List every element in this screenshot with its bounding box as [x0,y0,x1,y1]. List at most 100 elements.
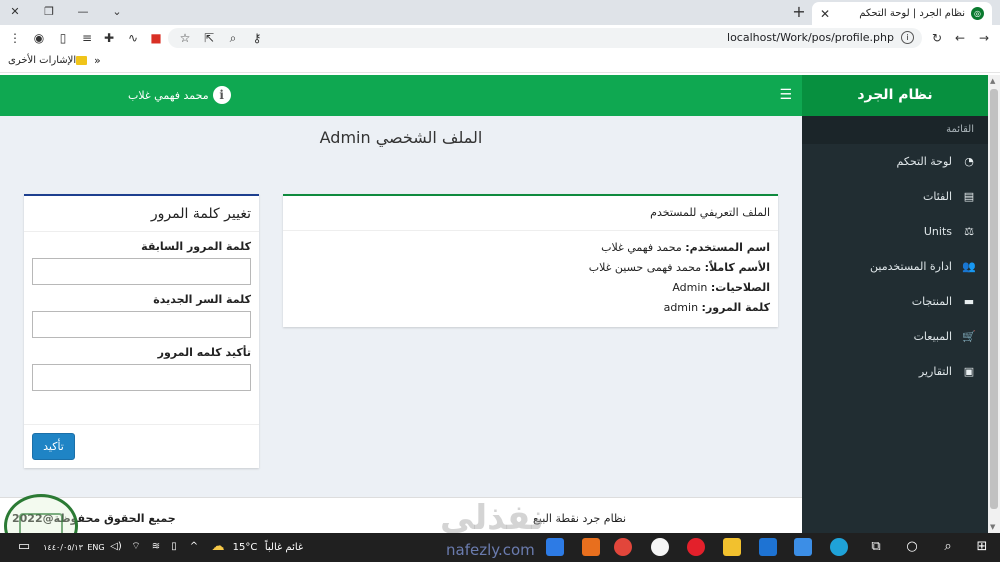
lock-extension-icon[interactable]: ■ [147,29,165,47]
change-password-heading: تغيير كلمة المرور [24,196,259,232]
report-icon: ▣ [963,365,975,378]
page-scrollbar[interactable]: ▲ ▼ [988,75,1000,533]
sidebar-item-label: ادارة المستخدمين [870,260,952,273]
new-password-input[interactable] [32,311,251,338]
reading-list-icon[interactable]: ≡ [78,29,96,47]
new-password-label: كلمة السر الجديدة [153,293,251,306]
minimize-window-icon[interactable]: — [68,0,98,25]
profile-row-fullname: الأسم كاملاً: محمد فهمى حسين غلاب [291,258,770,278]
site-favicon-icon: ◎ [971,7,984,20]
edge-app-icon[interactable] [830,538,848,556]
menu-dots-icon[interactable]: ⋮ [6,29,24,47]
store-app-icon[interactable] [794,538,812,556]
task-view-icon[interactable]: ⧉ [866,537,886,557]
confirm-password-input[interactable] [32,364,251,391]
share-icon[interactable]: ⇱ [200,29,218,47]
taskbar-lang[interactable]: ENG [86,533,106,562]
sidebar-item-units[interactable]: ⚖ Units [802,214,988,249]
forward-arrow-icon[interactable]: → [975,29,993,47]
file-explorer-icon[interactable] [723,538,741,556]
sidebar-item-label: التقارير [918,365,952,378]
sidebar-item-users[interactable]: 👥 ادارة المستخدمين [802,249,988,284]
profile-avatar-icon[interactable]: ◉ [30,29,48,47]
tray-up-icon[interactable]: ^ [184,537,204,557]
opera-app-icon[interactable] [687,538,705,556]
tab-search-icon[interactable]: ⌄ [102,0,132,25]
bookmarks-more-button[interactable]: » [94,54,101,67]
back-arrow-icon[interactable]: ← [951,29,969,47]
taskbar-temperature[interactable]: 15°C [230,533,260,562]
weather-cloud-icon: ☁ [211,539,225,554]
taskbar-weather[interactable]: غائم غالباً [262,533,306,562]
bookmarks-bar: الإشارات الأخرى » [0,51,1000,73]
restore-window-icon[interactable]: ❐ [34,0,64,25]
scroll-up-icon[interactable]: ▲ [990,77,995,85]
tab-title: نظام الجرد | لوحة التحكم [859,8,965,19]
site-info-icon[interactable]: i [901,31,914,44]
dashboard-icon: ◔ [964,155,974,168]
wifi-icon[interactable]: ≋ [146,537,166,557]
confirm-button[interactable]: تأكيد [32,433,75,460]
tab-close-icon[interactable]: ✕ [820,7,830,21]
close-window-icon[interactable]: ✕ [0,0,30,25]
watermark-text: نفذلي [440,498,545,538]
users-icon: 👥 [962,260,976,273]
box-icon: ▬ [963,295,975,308]
taskbar-date[interactable]: ١٤٤٠/٠٥/١٣ [40,533,86,562]
reload-icon[interactable]: ↻ [928,29,946,47]
user-menu[interactable]: i محمد فهمي غلاب [128,86,231,104]
profile-box-heading: الملف التعريفي للمستخدم [283,196,778,231]
confirm-password-group: تأكيد كلمه المرور [24,344,259,391]
footer-system-name: نظام جرد نقطة البيع [533,512,626,525]
search-icon[interactable]: ⌕ [938,537,958,557]
sidebar-toggle-icon[interactable]: ▯ [54,29,72,47]
sidebar-item-label: المبيعات [913,330,952,343]
scrollbar-thumb[interactable] [990,89,998,509]
sidebar-item-label: Units [923,225,952,238]
old-password-label: كلمة المرور السابقة [141,240,251,253]
notifications-icon[interactable]: ▭ [14,537,34,557]
hamburger-menu-icon[interactable]: ☰ [779,87,792,103]
mail-app-icon[interactable] [759,538,777,556]
sidebar-item-categories[interactable]: ▤ الفئات [802,179,988,214]
bookmarks-folder[interactable]: الإشارات الأخرى [8,55,91,66]
old-password-input[interactable] [32,258,251,285]
sidebar-item-products[interactable]: ▬ المنتجات [802,284,988,319]
key-icon[interactable]: ⚷ [248,29,266,47]
brand-logo[interactable]: نظام الجرد [802,75,988,116]
bookmark-star-icon[interactable]: ☆ [176,29,194,47]
watermark-url: nafezly.com [446,541,535,559]
scroll-down-icon[interactable]: ▼ [990,523,995,531]
sidebar-item-reports[interactable]: ▣ التقارير [802,354,988,389]
new-password-group: كلمة السر الجديدة [24,291,259,338]
change-password-footer: تأكيد [24,424,259,468]
wikipedia-app-icon[interactable] [651,538,669,556]
new-tab-button[interactable]: + [789,3,809,23]
url-text[interactable]: localhost/Work/pos/profile.php [727,31,894,44]
vscode-app-icon[interactable] [546,538,564,556]
browser-tab[interactable]: ◎ نظام الجرد | لوحة التحكم ✕ [812,2,992,25]
sidebar-item-label: الفئات [923,190,952,203]
extensions-icon[interactable]: ✚ [100,29,118,47]
folder-icon [76,56,88,65]
app-footer: نظام جرد نقطة البيع جميع الحقوق محفوظة@2… [0,497,802,533]
volume-icon[interactable]: ◁) [106,537,126,557]
main-content: الملف الشخصي Admin الملف التعريفي للمستخ… [0,116,802,497]
chrome-app-icon[interactable] [614,538,632,556]
profile-row-label: كلمة المرور: [701,301,770,314]
profile-row-value: محمد فهمي غلاب [601,241,682,254]
sidebar-item-sales[interactable]: 🛒 المبيعات [802,319,988,354]
page-title: الملف الشخصي Admin [319,128,483,147]
xampp-app-icon[interactable] [582,538,600,556]
confirm-password-label: تأكيد كلمه المرور [157,346,251,359]
profile-row-value: محمد فهمى حسين غلاب [588,261,702,274]
zoom-icon[interactable]: ⌕ [224,29,242,47]
profile-row-value: admin [663,301,699,314]
sidebar-item-dashboard[interactable]: ◔ لوحة التحكم [802,144,988,179]
windows-start-icon[interactable]: ⊞ [972,537,992,557]
network-icon[interactable]: ⌔ [126,537,146,557]
pulse-extension-icon[interactable]: ∿ [124,29,142,47]
cortana-icon[interactable]: ○ [902,537,922,557]
battery-icon[interactable]: ▯ [164,537,184,557]
omnibox[interactable]: ☆ ⇱ ⌕ ⚷ localhost/Work/pos/profile.php i [168,28,922,48]
